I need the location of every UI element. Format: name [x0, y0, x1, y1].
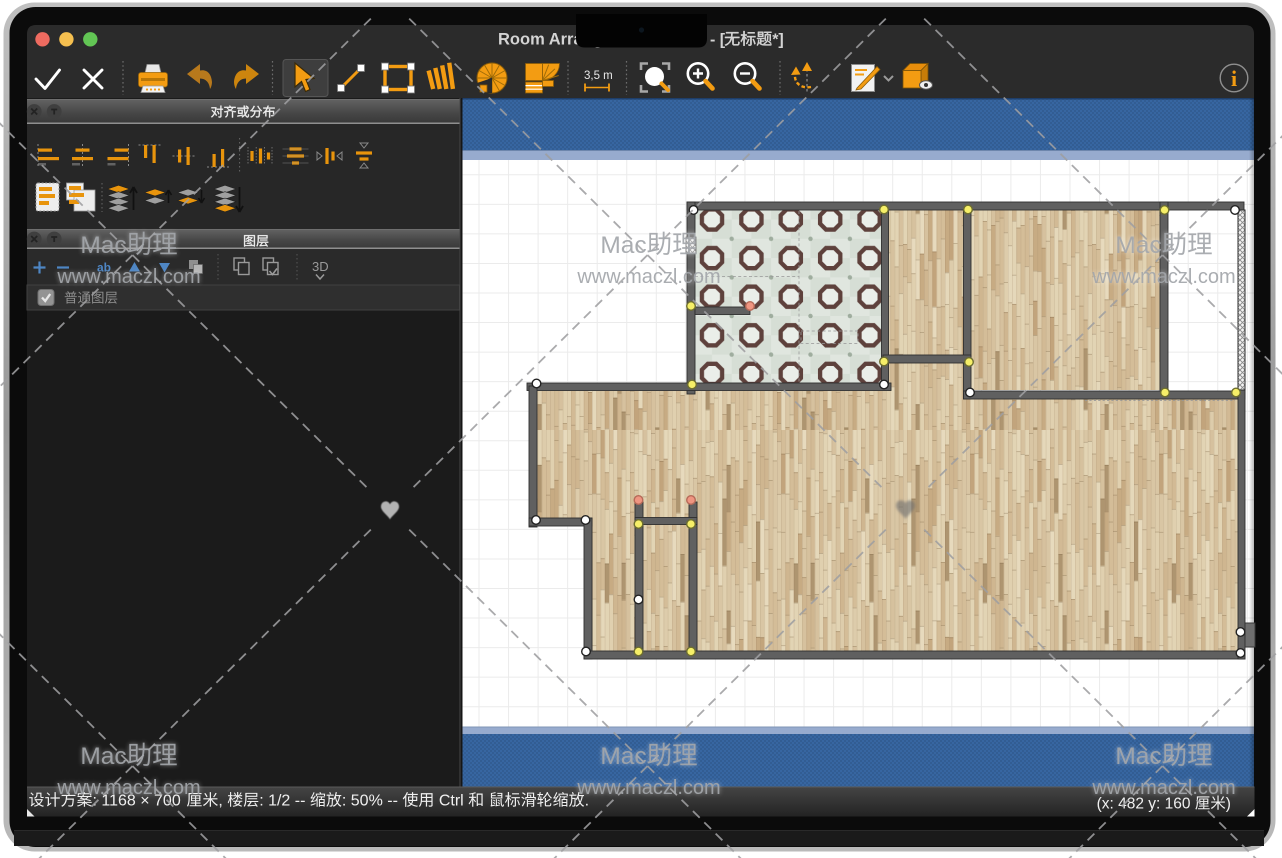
svg-text:Ctrl: Ctrl — [434, 793, 468, 810]
svg-text:3,5 m: 3,5 m — [584, 70, 613, 82]
svg-text:Mac: Mac — [80, 743, 126, 770]
svg-text:www.maczl.com: www.maczl.com — [576, 777, 720, 799]
svg-text:i: i — [1231, 66, 1237, 91]
svg-text:Mac: Mac — [1115, 232, 1161, 259]
svg-text:,: , — [218, 793, 227, 810]
svg-text:: 1/2 --: : 1/2 -- — [259, 793, 310, 810]
svg-text:Mac: Mac — [1115, 743, 1161, 770]
svg-text:Mac: Mac — [600, 743, 646, 770]
svg-text:www.maczl.com: www.maczl.com — [1091, 777, 1235, 799]
svg-text:www.maczl.com: www.maczl.com — [56, 266, 200, 288]
svg-text:- [: - [ — [710, 32, 726, 49]
svg-text:*]: *] — [772, 32, 784, 49]
svg-text:3D: 3D — [312, 259, 329, 274]
svg-text:Mac: Mac — [600, 232, 646, 259]
svg-text:www.maczl.com: www.maczl.com — [56, 777, 200, 799]
svg-text:www.maczl.com: www.maczl.com — [1091, 266, 1235, 288]
svg-text:: 50% --: : 50% -- — [342, 793, 402, 810]
svg-text:Mac: Mac — [80, 232, 126, 259]
svg-text:www.maczl.com: www.maczl.com — [576, 266, 720, 288]
